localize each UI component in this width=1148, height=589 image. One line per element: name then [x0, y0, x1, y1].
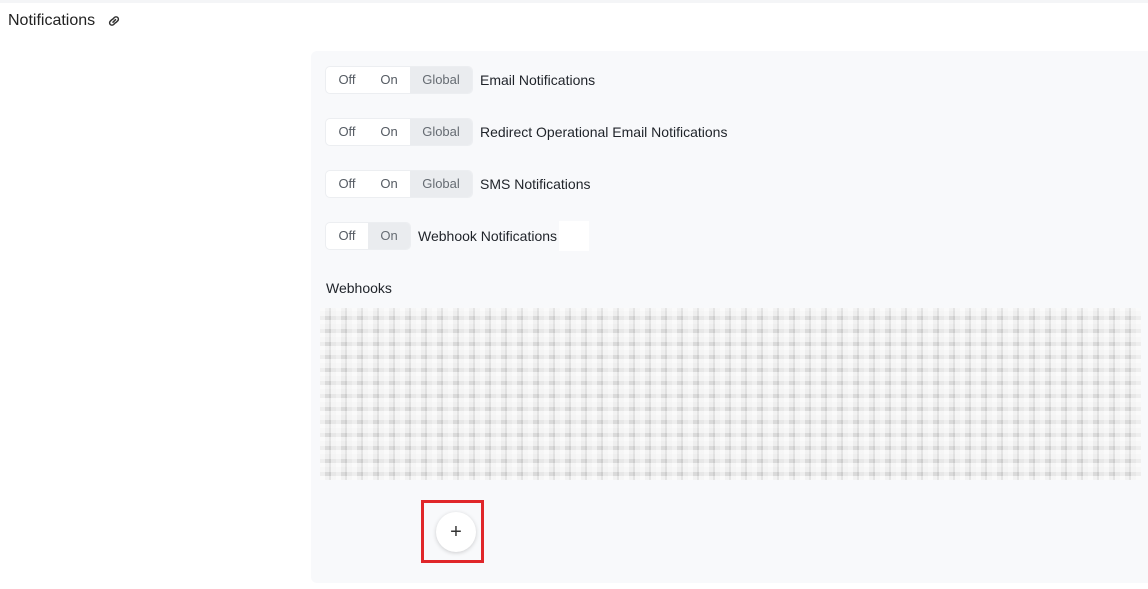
setting-label: Email Notifications [480, 72, 596, 88]
option-off[interactable]: Off [326, 119, 368, 145]
option-global[interactable]: Global [410, 171, 472, 197]
add-webhook-button[interactable]: + [436, 512, 476, 552]
section-title: Notifications [8, 12, 96, 29]
option-off[interactable]: Off [326, 223, 368, 249]
setting-row-email: Off On Global Email Notifications [326, 67, 595, 93]
setting-label: Webhook Notifications [418, 228, 558, 244]
setting-label: SMS Notifications [480, 176, 591, 192]
option-off[interactable]: Off [326, 67, 368, 93]
option-on[interactable]: On [368, 67, 410, 93]
setting-row-webhook: Off On Webhook Notifications [326, 221, 590, 251]
top-divider [0, 0, 1148, 3]
tri-state-toggle: Off On Global [326, 67, 472, 93]
setting-row-redirect-email: Off On Global Redirect Operational Email… [326, 119, 727, 145]
info-slot [559, 221, 590, 251]
link-icon[interactable] [106, 13, 122, 29]
setting-row-sms: Off On Global SMS Notifications [326, 171, 590, 197]
setting-label: Redirect Operational Email Notifications [480, 124, 728, 140]
webhooks-heading: Webhooks [326, 280, 392, 296]
option-global[interactable]: Global [410, 119, 472, 145]
option-on[interactable]: On [368, 223, 410, 249]
webhooks-list-redacted [320, 308, 1141, 480]
option-global[interactable]: Global [410, 67, 472, 93]
option-on[interactable]: On [368, 171, 410, 197]
option-off[interactable]: Off [326, 171, 368, 197]
option-on[interactable]: On [368, 119, 410, 145]
section-header: Notifications [8, 10, 122, 32]
tri-state-toggle: Off On Global [326, 171, 472, 197]
two-state-toggle: Off On [326, 223, 410, 249]
notifications-panel: Off On Global Email Notifications Off On… [311, 51, 1148, 583]
tri-state-toggle: Off On Global [326, 119, 472, 145]
